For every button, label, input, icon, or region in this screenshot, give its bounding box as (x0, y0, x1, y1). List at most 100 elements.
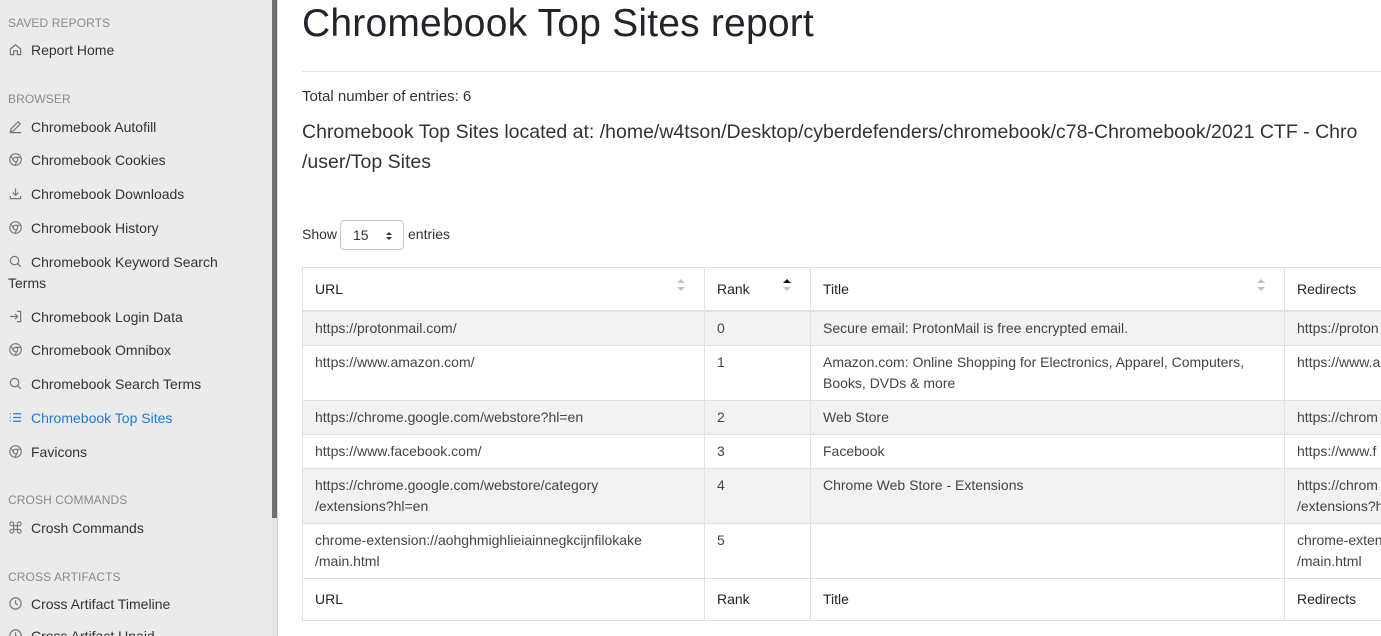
main-content: Chromebook Top Sites report Total number… (302, 0, 1381, 636)
cell-title: Facebook (810, 433, 1285, 469)
chrome-icon (8, 444, 23, 459)
sidebar-item-chromebook-keyword-search-terms[interactable]: Chromebook Keyword Search Terms (8, 252, 266, 294)
cell-redirects: https://www.a (1284, 344, 1381, 401)
sidebar-item-label: Chromebook Top Sites (31, 410, 173, 426)
cell-title: Chrome Web Store - Extensions (810, 467, 1285, 524)
table-row: https://www.facebook.com/ 3 Facebook htt… (302, 433, 1381, 469)
sidebar-item-chromebook-omnibox[interactable]: Chromebook Omnibox (8, 340, 266, 361)
cell-rank: 3 (704, 433, 811, 469)
source-location: Chromebook Top Sites located at: /home/w… (302, 117, 1357, 177)
search-icon (8, 254, 23, 269)
command-icon (8, 520, 23, 535)
sidebar-item-label: Chromebook History (31, 220, 159, 236)
sort-both-icon (676, 278, 686, 292)
column-footer-url: URL (302, 577, 705, 621)
column-footer-title: Title (810, 577, 1285, 621)
cell-redirects: chrome-exten/main.html (1284, 522, 1381, 579)
sidebar-item-label: Crosh Commands (31, 520, 144, 536)
cell-url: https://chrome.google.com/webstore/categ… (302, 467, 705, 524)
title-divider (302, 71, 1381, 72)
column-header-label: Redirects (1297, 281, 1357, 297)
sidebar-item-label: Cross Artifact Unaid... (31, 628, 167, 636)
column-header-rank[interactable]: Rank (704, 267, 811, 312)
log-in-icon (8, 309, 23, 324)
sidebar-item-label: Report Home (31, 42, 115, 58)
column-header-label: URL (315, 281, 344, 297)
entries-per-page-select[interactable]: 15 (340, 220, 404, 250)
sidebar-item-chromebook-autofill[interactable]: Chromebook Autofill (8, 117, 266, 138)
column-header-label: Rank (717, 281, 750, 297)
top-sites-table-wrapper: URL Rank Title Redirects https://protonm… (302, 267, 1381, 621)
top-sites-table: URL Rank Title Redirects https://protonm… (302, 267, 1381, 621)
sidebar-item-chromebook-login-data[interactable]: Chromebook Login Data (8, 307, 266, 328)
sidebar-item-favicons[interactable]: Favicons (8, 442, 266, 463)
sort-ascending-icon (782, 278, 792, 292)
cell-url: https://chrome.google.com/webstore?hl=en (302, 399, 705, 435)
sidebar-item-report-home[interactable]: Report Home (8, 40, 266, 61)
sidebar-item-chromebook-cookies[interactable]: Chromebook Cookies (8, 150, 266, 171)
home-icon (8, 42, 23, 57)
table-row: https://protonmail.com/ 0 Secure email: … (302, 310, 1381, 346)
sidebar-item-chromebook-top-sites[interactable]: Chromebook Top Sites (8, 408, 266, 429)
cell-rank: 2 (704, 399, 811, 435)
sidebar-item-crosh-commands[interactable]: Crosh Commands (8, 518, 266, 539)
cell-title (810, 522, 1285, 579)
cell-rank: 4 (704, 467, 811, 524)
table-row: https://www.amazon.com/ 1 Amazon.com: On… (302, 344, 1381, 401)
sidebar-item-chromebook-history[interactable]: Chromebook History (8, 218, 266, 239)
chrome-icon (8, 152, 23, 167)
sidebar-item-cross-artifact-partial[interactable]: Cross Artifact Unaid... (8, 626, 266, 636)
cell-redirects: https://chrom (1284, 399, 1381, 435)
sidebar-item-label: Chromebook Omnibox (31, 342, 172, 358)
sidebar: SAVED REPORTS Report Home BROWSER Chrome… (0, 0, 278, 636)
cell-title: Amazon.com: Online Shopping for Electron… (810, 344, 1285, 401)
cell-rank: 0 (704, 310, 811, 346)
source-location-line-2: /user/Top Sites (302, 151, 431, 173)
cell-url: https://www.facebook.com/ (302, 433, 705, 469)
table-row: https://chrome.google.com/webstore/categ… (302, 467, 1381, 524)
list-icon (8, 410, 23, 425)
sidebar-item-cross-artifact-timeline[interactable]: Cross Artifact Timeline (8, 594, 266, 615)
show-label: Show (302, 226, 338, 242)
cell-title: Secure email: ProtonMail is free encrypt… (810, 310, 1285, 346)
column-header-redirects[interactable]: Redirects (1284, 267, 1381, 312)
sidebar-item-label: Chromebook Keyword Search (31, 254, 218, 270)
page-title: Chromebook Top Sites report (302, 2, 814, 45)
section-heading-cross-artifacts: CROSS ARTIFACTS (8, 570, 121, 584)
sidebar-divider (277, 0, 278, 636)
chrome-icon (8, 342, 23, 357)
column-header-url[interactable]: URL (302, 267, 705, 312)
source-location-line-1: Chromebook Top Sites located at: /home/w… (302, 121, 1358, 143)
chrome-icon (8, 220, 23, 235)
sidebar-item-label: Chromebook Cookies (31, 152, 166, 168)
download-icon (8, 186, 23, 201)
cell-url: https://protonmail.com/ (302, 310, 705, 346)
cell-redirects: https://chrom/extensions?h (1284, 467, 1381, 524)
table-header-row: URL Rank Title Redirects (302, 267, 1381, 312)
sidebar-item-label: Favicons (31, 444, 88, 460)
table-row: chrome-extension://aohghmighlieiainnegkc… (302, 522, 1381, 579)
sidebar-item-label: Chromebook Autofill (31, 119, 157, 135)
column-footer-redirects: Redirects (1284, 577, 1381, 621)
clock-icon (8, 628, 23, 636)
table-row: https://chrome.google.com/webstore?hl=en… (302, 399, 1381, 435)
sidebar-item-chromebook-search-terms[interactable]: Chromebook Search Terms (8, 374, 266, 395)
section-heading-saved-reports: SAVED REPORTS (8, 16, 111, 30)
cell-title: Web Store (810, 399, 1285, 435)
sidebar-item-chromebook-downloads[interactable]: Chromebook Downloads (8, 184, 266, 205)
select-arrows-icon (386, 232, 392, 240)
sidebar-item-label: Chromebook Search Terms (31, 376, 202, 392)
cell-url: https://www.amazon.com/ (302, 344, 705, 401)
entries-per-page-value: 15 (353, 227, 369, 243)
cell-url: chrome-extension://aohghmighlieiainnegkc… (302, 522, 705, 579)
column-header-title[interactable]: Title (810, 267, 1285, 312)
cell-redirects: https://www.f (1284, 433, 1381, 469)
sidebar-item-label: Chromebook Login Data (31, 309, 183, 325)
section-heading-crosh-commands: CROSH COMMANDS (8, 493, 128, 507)
column-header-label: Title (823, 281, 849, 297)
cell-rank: 1 (704, 344, 811, 401)
sidebar-item-label: Chromebook Downloads (31, 186, 185, 202)
clock-icon (8, 596, 23, 611)
section-heading-browser: BROWSER (8, 92, 71, 106)
table-footer-row: URL Rank Title Redirects (302, 577, 1381, 621)
